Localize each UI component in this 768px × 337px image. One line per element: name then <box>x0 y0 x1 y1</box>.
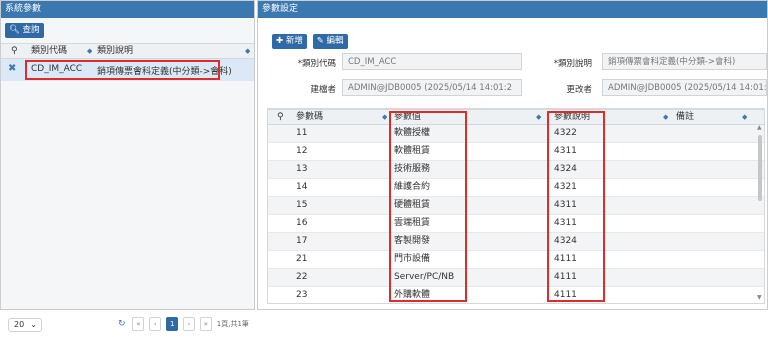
pager-summary: 1頁,共1筆 <box>216 320 249 328</box>
table-row[interactable]: 16 雲端租賃 4311 <box>268 215 764 233</box>
chevron-down-icon: ⌄ <box>30 320 37 329</box>
page-size-select[interactable]: 20 ⌄ <box>8 318 42 332</box>
category-grid-header: ⚲ 類別代碼 ◆ 類別說明 ◆ <box>1 43 254 59</box>
pager: ↻ « ‹ 1 › » 1頁,共1筆 <box>118 317 249 331</box>
params-grid: ⚲ 參數碼 ◆ 參數值 ◆ 參數說明 ◆ 備註 ◆ 11 軟體授權 4322 12 軟體… <box>267 108 765 304</box>
param-code-cell: 14 <box>296 182 308 192</box>
add-button[interactable]: ✚ 新增 <box>272 34 307 49</box>
table-row[interactable]: 12 軟體租賃 4311 <box>268 143 764 161</box>
panel-title: 系統參數 <box>1 1 254 18</box>
sort-icon[interactable]: ◆ <box>663 110 668 124</box>
edit-button[interactable]: ✎ 編輯 <box>312 34 348 49</box>
table-row[interactable]: 21 門市設備 4111 <box>268 251 764 269</box>
column-header-code[interactable]: 類別代碼 <box>31 44 67 58</box>
search-icon: 🔍︎ <box>9 25 20 35</box>
last-page-button[interactable]: » <box>199 317 212 331</box>
category-desc-label: *類別說明 <box>553 59 592 69</box>
system-params-panel: 系統參數 🔍︎ 查詢 ⚲ 類別代碼 ◆ 類別說明 ◆ ✖ CD_IM_ACC 銷… <box>0 0 255 310</box>
table-row[interactable]: 17 客製開發 4324 <box>268 233 764 251</box>
column-header-note[interactable]: 備註 <box>676 110 694 124</box>
params-grid-header: ⚲ 參數碼 ◆ 參數值 ◆ 參數說明 ◆ 備註 ◆ <box>268 109 764 125</box>
table-row[interactable]: 23 外購軟體 4111 <box>268 287 764 303</box>
highlight-box <box>25 60 220 80</box>
param-code-cell: 21 <box>296 254 308 264</box>
param-code-cell: 17 <box>296 236 308 246</box>
param-code-cell: 15 <box>296 200 308 210</box>
highlight-box-descs <box>547 111 605 302</box>
column-header-code[interactable]: 參數碼 <box>296 110 323 124</box>
param-code-cell: 16 <box>296 218 308 228</box>
next-page-button[interactable]: › <box>183 317 196 331</box>
category-code-field[interactable]: CD_IM_ACC <box>342 53 522 70</box>
refresh-icon[interactable]: ↻ <box>118 319 126 329</box>
scrollbar[interactable]: ▲ ▼ <box>757 125 763 301</box>
param-code-cell: 11 <box>296 128 308 138</box>
scrollbar-thumb[interactable] <box>758 135 762 201</box>
query-button[interactable]: 🔍︎ 查詢 <box>5 23 44 38</box>
close-icon[interactable]: ✖ <box>8 63 16 77</box>
sort-icon[interactable]: ◆ <box>742 110 747 124</box>
sort-icon[interactable]: ◆ <box>536 110 541 124</box>
param-code-cell: 12 <box>296 146 308 156</box>
sort-icon[interactable]: ◆ <box>382 110 387 124</box>
search-icon[interactable]: ⚲ <box>11 44 18 58</box>
creator-field[interactable]: ADMIN@JDB0005 (2025/05/14 14:01:2 <box>342 79 522 96</box>
scroll-up-icon[interactable]: ▲ <box>757 125 763 131</box>
search-icon[interactable]: ⚲ <box>277 110 284 124</box>
param-settings-panel: 參數設定 ✚ 新增 ✎ 編輯 *類別代碼 CD_IM_ACC *類別說明 銷項傳… <box>257 0 768 310</box>
sort-icon[interactable]: ◆ <box>245 44 250 58</box>
first-page-button[interactable]: « <box>132 317 145 331</box>
current-page-button[interactable]: 1 <box>166 317 179 331</box>
sort-icon[interactable]: ◆ <box>87 44 92 58</box>
scroll-down-icon[interactable]: ▼ <box>757 295 763 301</box>
param-code-cell: 13 <box>296 164 308 174</box>
panel-title: 參數設定 <box>258 1 767 18</box>
table-row[interactable]: 14 維護合約 4321 <box>268 179 764 197</box>
plus-icon: ✚ <box>276 36 284 46</box>
edit-icon: ✎ <box>316 36 324 46</box>
param-code-cell: 23 <box>296 290 308 300</box>
prev-page-button[interactable]: ‹ <box>149 317 162 331</box>
modifier-field[interactable]: ADMIN@JDB0005 (2025/05/14 14:01:2 <box>602 79 767 96</box>
table-row[interactable]: 15 硬體租賃 4311 <box>268 197 764 215</box>
params-grid-body: 11 軟體授權 4322 12 軟體租賃 4311 13 技術服務 4324 14 維護合約 4321… <box>268 125 764 303</box>
category-code-label: *類別代碼 <box>297 59 336 69</box>
highlight-box-values <box>389 111 467 302</box>
column-header-desc[interactable]: 類別說明 <box>97 44 133 58</box>
category-desc-field[interactable]: 銷項傳票會科定義(中分類->會科) <box>602 53 767 70</box>
creator-label: 建檔者 <box>310 85 336 95</box>
table-row[interactable]: 13 技術服務 4324 <box>268 161 764 179</box>
modifier-label: 更改者 <box>566 85 592 95</box>
table-row[interactable]: 22 Server/PC/NB 4111 <box>268 269 764 287</box>
param-code-cell: 22 <box>296 272 308 282</box>
table-row[interactable]: 11 軟體授權 4322 <box>268 125 764 143</box>
